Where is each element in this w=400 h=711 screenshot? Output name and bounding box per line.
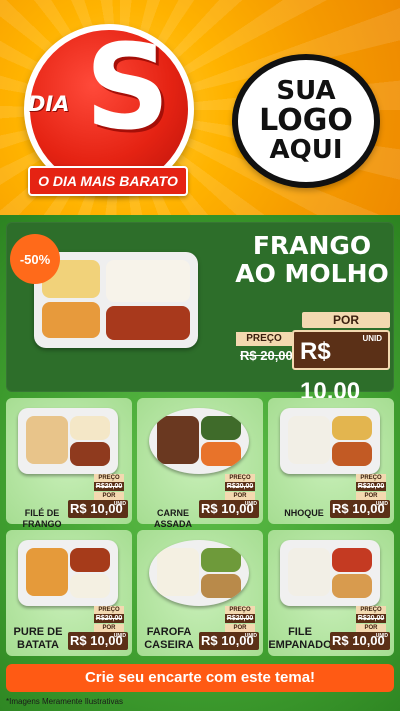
old-price: R$ 20,00 xyxy=(240,348,293,363)
new-price: R$ 10,00 UNID xyxy=(199,632,259,650)
logo-line-2: LOGO xyxy=(259,103,353,139)
product-food-image xyxy=(18,408,118,474)
product-card[interactable]: CARNE ASSADA PREÇO R$20,00 POR R$ 10,00 UNID xyxy=(137,398,263,529)
new-price: R$ 10,00 UNID xyxy=(199,500,259,518)
old-price: R$20,00 xyxy=(356,482,386,491)
new-price: R$ 10,00 UNID xyxy=(330,632,390,650)
preco-label: PREÇO xyxy=(94,606,124,614)
unit-label: UNID xyxy=(375,501,388,507)
food-portion xyxy=(70,416,110,440)
product-food-image xyxy=(18,540,118,606)
preco-label: PREÇO xyxy=(225,474,255,482)
por-label: POR xyxy=(356,492,386,500)
product-price-tag: PREÇO R$20,00 POR R$ 10,00 UNID xyxy=(330,474,390,518)
product-food-image xyxy=(149,408,249,474)
food-portion xyxy=(288,416,330,464)
product-price-tag: PREÇO R$20,00 POR R$ 10,00 UNID xyxy=(199,474,259,518)
food-portion xyxy=(201,574,241,598)
food-portion xyxy=(201,416,241,440)
old-price: R$20,00 xyxy=(225,482,255,491)
food-portion xyxy=(157,416,199,464)
food-portion xyxy=(26,416,68,464)
unit-label: UNID xyxy=(244,501,257,507)
food-portion xyxy=(26,548,68,596)
unit-label: UNID xyxy=(244,633,257,639)
logo-line-1: SUA xyxy=(276,75,336,106)
logo-line-3: AQUI xyxy=(269,134,343,165)
featured-price-tag: POR PREÇO R$ 20,00 R$ 10,00 UNID xyxy=(236,312,390,405)
food-portion xyxy=(201,442,241,466)
preco-label: PREÇO xyxy=(94,474,124,482)
food-portion xyxy=(332,416,372,440)
food-portion xyxy=(70,442,110,466)
new-price: R$ 10,00 UNID xyxy=(330,500,390,518)
featured-title-line-2: AO MOLHO xyxy=(235,259,389,288)
food-portion xyxy=(157,548,199,596)
product-card[interactable]: FAROFA CASEIRA PREÇO R$20,00 POR R$ 10,00 UNI… xyxy=(137,530,263,656)
food-portion xyxy=(288,548,330,596)
unit-label: UNID xyxy=(362,334,382,343)
unit-label: UNID xyxy=(113,501,126,507)
product-price-tag: PREÇO R$20,00 POR R$ 10,00 UNID xyxy=(330,606,390,650)
preco-label: PREÇO xyxy=(225,606,255,614)
product-card[interactable]: NHOQUE PREÇO R$20,00 POR R$ 10,00 UNID xyxy=(268,398,394,524)
por-label: POR xyxy=(302,312,390,328)
product-food-image xyxy=(149,540,249,606)
old-price: R$20,00 xyxy=(94,614,124,623)
new-price: R$ 10,00 UNID xyxy=(68,500,128,518)
preco-label: PREÇO xyxy=(236,332,292,346)
old-price: R$20,00 xyxy=(356,614,386,623)
product-name: FAROFA CASEIRA xyxy=(144,626,194,651)
product-card[interactable]: FILE EMPANADO PREÇO R$20,00 POR R$ 10,00 UNID xyxy=(268,530,394,656)
logo-placeholder[interactable]: SUA LOGO AQUI xyxy=(232,54,380,188)
product-food-image xyxy=(280,540,380,606)
farofa-portion xyxy=(42,302,100,338)
discount-badge: -50% xyxy=(10,234,60,284)
por-label: POR xyxy=(94,624,124,632)
product-name: PURE DE BATATA xyxy=(13,626,63,651)
product-card[interactable]: PURE DE BATATA PREÇO R$20,00 POR R$ 10,00 UNI… xyxy=(6,530,132,656)
new-price-value: R$ 10,00 xyxy=(300,338,361,405)
featured-title-line-1: FRANGO xyxy=(252,231,372,260)
cta-banner[interactable]: Crie seu encarte com este tema! xyxy=(6,664,394,692)
product-food-image xyxy=(280,408,380,474)
old-price: R$20,00 xyxy=(94,482,124,491)
brand-ribbon: O DIA MAIS BARATO xyxy=(28,166,188,196)
product-price-tag: PREÇO R$20,00 POR R$ 10,00 UNID xyxy=(68,474,128,518)
brand-dia-text: DIA xyxy=(28,92,70,116)
unit-label: UNID xyxy=(375,633,388,639)
food-portion xyxy=(70,548,110,572)
product-card[interactable]: FILÉ DE FRANGO PREÇO R$20,00 POR R$ 10,00 UNI… xyxy=(6,398,132,529)
old-price: R$20,00 xyxy=(225,614,255,623)
product-price-tag: PREÇO R$20,00 POR R$ 10,00 UNID xyxy=(68,606,128,650)
por-label: POR xyxy=(225,624,255,632)
rice-portion xyxy=(106,260,190,302)
new-price: R$ 10,00 UNID xyxy=(292,330,390,405)
disclaimer-text: *Imagens Meramente Ilustrativas xyxy=(6,697,123,706)
product-name: FILE EMPANADO xyxy=(268,626,332,651)
featured-title: FRANGO AO MOLHO xyxy=(232,232,392,288)
product-price-tag: PREÇO R$20,00 POR R$ 10,00 UNID xyxy=(199,606,259,650)
unit-label: UNID xyxy=(113,633,126,639)
preco-label: PREÇO xyxy=(356,474,386,482)
header-banner: DIA S O DIA MAIS BARATO SUA LOGO AQUI xyxy=(0,0,400,215)
brand-s-letter: S xyxy=(85,18,170,156)
preco-label: PREÇO xyxy=(356,606,386,614)
food-portion xyxy=(332,442,372,466)
food-portion xyxy=(70,574,110,598)
chicken-portion xyxy=(106,306,190,340)
food-portion xyxy=(332,574,372,598)
food-portion xyxy=(332,548,372,572)
por-label: POR xyxy=(356,624,386,632)
food-portion xyxy=(201,548,241,572)
por-label: POR xyxy=(94,492,124,500)
por-label: POR xyxy=(225,492,255,500)
new-price: R$ 10,00 UNID xyxy=(68,632,128,650)
